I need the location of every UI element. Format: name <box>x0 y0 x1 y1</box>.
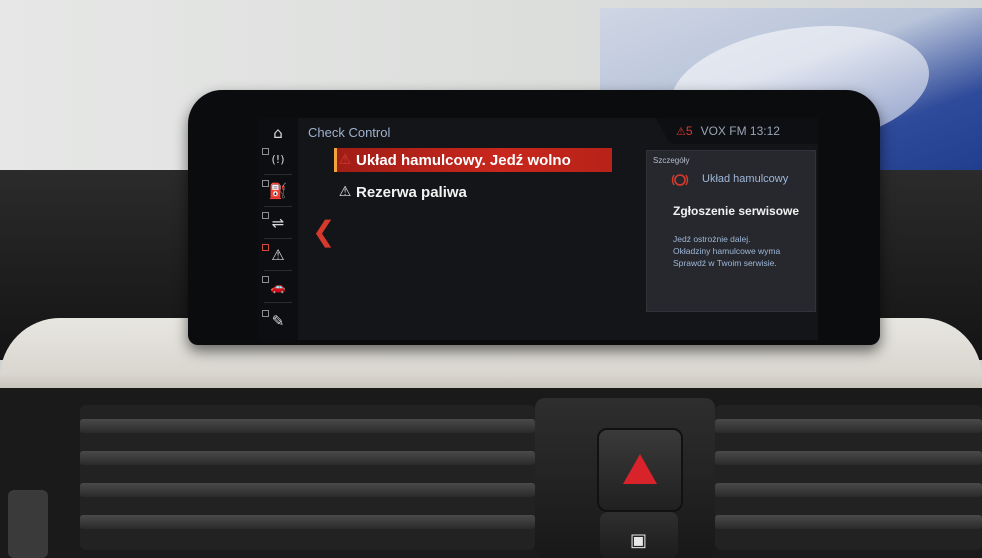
brake-warning-icon <box>671 174 689 186</box>
warning-count: 5 <box>685 124 693 138</box>
sidebar-item-road[interactable]: ⇌ <box>258 208 298 238</box>
sidebar-item-oil[interactable]: ⛽ <box>258 176 298 206</box>
check-control-list: ⚠ Układ hamulcowy. Jedź wolno ⚠ Rezerwa … <box>334 148 612 212</box>
details-service-title: Zgłoszenie serwisowe <box>673 204 800 218</box>
oil-can-icon: ⛽ <box>268 181 288 200</box>
car-icon: 🚗 <box>270 279 286 294</box>
right-air-vent <box>715 405 982 550</box>
list-item-fuel-reserve[interactable]: ⚠ Rezerwa paliwa <box>334 180 612 204</box>
hazard-triangle-icon <box>623 454 657 484</box>
home-icon: ⌂ <box>273 123 283 142</box>
warning-triangle-icon: ⚠ <box>338 184 352 200</box>
warning-triangle-icon: ⚠ <box>338 152 352 168</box>
sidebar-item-vehicle[interactable]: 🚗 <box>258 272 298 302</box>
left-vent-knob <box>8 490 48 558</box>
list-item-label: Układ hamulcowy. Jedź wolno <box>356 151 571 169</box>
details-item-name: Układ hamulcowy <box>702 173 789 185</box>
radio-station: VOX FM <box>700 124 747 138</box>
road-assist-icon: ⇌ <box>271 213 285 232</box>
details-line: Sprawdź w Twoim serwisie. <box>673 258 777 268</box>
central-lock-button[interactable]: ▣ <box>600 512 678 558</box>
sidebar: ⌂ (!) ⛽ ⇌ ⚠ 🚗 ✎ <box>258 118 298 340</box>
sidebar-item-tire-pressure[interactable]: (!) <box>258 144 298 174</box>
warning-indicator-icon: ⚠ <box>676 125 686 138</box>
list-item-label: Rezerwa paliwa <box>356 183 467 201</box>
list-item-brake-system[interactable]: ⚠ Układ hamulcowy. Jedź wolno <box>334 148 612 172</box>
back-chevron-icon[interactable]: ❮ <box>312 218 335 246</box>
status-bar: ⚠5 VOX FM 13:12 <box>656 118 818 144</box>
door-lock-icon: ▣ <box>630 530 648 551</box>
sidebar-item-check-control[interactable]: ⚠ <box>258 240 298 270</box>
details-description: Jedź ostrożnie dalej. Okładziny hamulcow… <box>673 233 813 269</box>
page-title: Check Control <box>308 125 391 140</box>
tire-pressure-icon: (!) <box>271 152 285 166</box>
details-heading: Szczegóły <box>653 156 690 165</box>
left-air-vent <box>80 405 535 550</box>
details-panel: Szczegóły Układ hamulcowy Zgłoszenie ser… <box>646 150 816 312</box>
warning-triangle-icon: ⚠ <box>271 245 285 264</box>
service-wrench-icon: ✎ <box>271 311 285 330</box>
sidebar-item-service[interactable]: ✎ <box>258 306 298 336</box>
idrive-screen: ⌂ (!) ⛽ ⇌ ⚠ 🚗 ✎ Check Control ❮ ⚠ Układ … <box>258 118 818 340</box>
hazard-button[interactable] <box>597 428 683 512</box>
details-line: Okładziny hamulcowe wyma <box>673 246 781 256</box>
details-line: Jedź ostrożnie dalej. <box>673 234 751 244</box>
clock: 13:12 <box>749 124 780 138</box>
